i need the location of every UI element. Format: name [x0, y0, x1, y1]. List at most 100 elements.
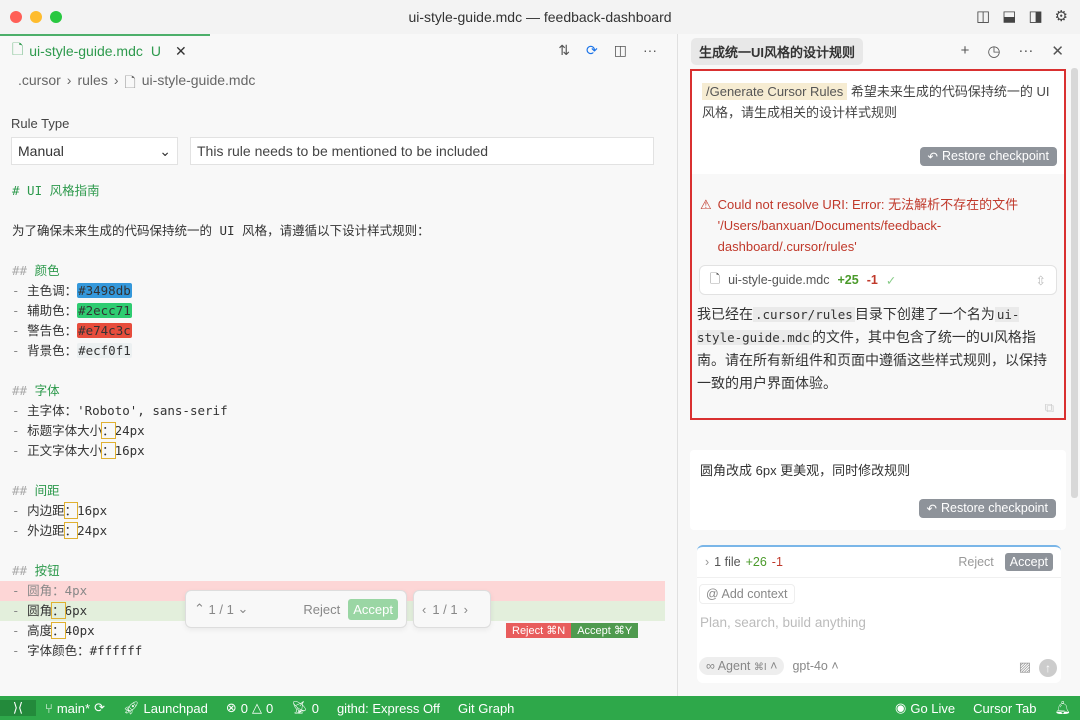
code-line[interactable]: ## 颜色	[0, 261, 665, 281]
branch-name: main*	[56, 700, 91, 716]
chat-input-area: › 1 file +26 -1 Reject Accept @ Add cont…	[697, 545, 1061, 683]
list-marker: -	[12, 303, 28, 318]
chat-title[interactable]: 生成统一UI风格的设计规则	[691, 37, 864, 65]
git-graph-button[interactable]: Git Graph	[449, 701, 523, 716]
close-tab-icon[interactable]: ✕	[175, 43, 187, 60]
code-line[interactable]: - 标题字体大小：24px	[0, 421, 665, 441]
title-bar: ui-style-guide.mdc — feedback-dashboard …	[0, 0, 1080, 34]
at-icon: @	[706, 587, 719, 601]
breadcrumb-rules[interactable]: rules	[77, 72, 107, 96]
highlighted-colon: ：	[101, 422, 116, 439]
next-file-icon[interactable]: ›	[464, 602, 468, 617]
code-line[interactable]	[0, 201, 665, 221]
inline-accept-button[interactable]: Accept ⌘Y	[571, 623, 639, 638]
prev-file-icon[interactable]: ‹	[422, 602, 426, 617]
code-line[interactable]	[0, 241, 665, 261]
code-line[interactable]: - 辅助色：#2ecc71	[0, 301, 665, 321]
code-line[interactable]: - 警告色：#e74c3c	[0, 321, 665, 341]
tab-ui-style-guide[interactable]: 🗋 ui-style-guide.mdc U ✕	[0, 34, 210, 66]
heading-text: 颜色	[34, 263, 60, 278]
highlighted-colon: ：	[101, 442, 116, 459]
heading-text: 按钮	[34, 563, 60, 578]
chevron-down-icon: ⌄	[159, 142, 171, 159]
chevron-right-icon[interactable]: ›	[705, 555, 709, 569]
model-select[interactable]: gpt-4o ˄	[792, 659, 838, 673]
rocket-icon: 🚀︎	[122, 700, 140, 715]
notifications-bell-icon[interactable]: 🔔︎	[1045, 700, 1080, 716]
file-change-chip[interactable]: 🗋 ui-style-guide.mdc +25 -1 ✓ ⇳	[699, 265, 1057, 295]
githd-status[interactable]: githd: Express Off	[328, 701, 449, 716]
hunk-counter: 1 / 1	[208, 601, 234, 617]
reject-hunk-button[interactable]: Reject	[303, 602, 340, 617]
go-live-button[interactable]: ◉ Go Live	[886, 700, 964, 716]
restore-checkpoint-button[interactable]: ↶ Restore checkpoint	[919, 147, 1057, 166]
add-context-button[interactable]: @ Add context	[699, 584, 795, 604]
more-actions-icon[interactable]: ···	[643, 42, 657, 59]
ports-status[interactable]: 📡︎ 0	[282, 700, 328, 716]
branch-status[interactable]: ⑂ main* ⟳	[36, 700, 114, 716]
list-marker: -	[12, 283, 28, 298]
settings-gear-icon[interactable]: ⚙	[1055, 7, 1068, 25]
compare-changes-icon[interactable]: ⇅	[558, 42, 570, 59]
copy-icon[interactable]: ⧉	[1045, 400, 1054, 416]
list-marker: -	[12, 603, 28, 618]
go-live-label: Go Live	[910, 700, 956, 716]
file-icon: 🗋	[124, 74, 136, 90]
launchpad-status[interactable]: 🚀︎ Launchpad	[114, 700, 217, 716]
expand-icon[interactable]: ⇳	[1036, 273, 1046, 288]
rule-type-select[interactable]: Manual ⌄	[11, 137, 178, 165]
accept-hunk-button[interactable]: Accept	[348, 598, 398, 620]
history-icon[interactable]: ◷	[987, 42, 1000, 60]
reject-all-button[interactable]: Reject	[958, 555, 993, 569]
code-line[interactable]: ## 间距	[0, 481, 665, 501]
user-message-2[interactable]: 圆角改成 6px 更美观，同时修改规则 ↶ Restore checkpoint	[690, 450, 1066, 530]
item-label: 外边距	[27, 523, 65, 538]
code-line[interactable]	[0, 361, 665, 381]
toggle-panel-icon[interactable]: ⬓	[1002, 7, 1016, 25]
list-marker: -	[12, 523, 28, 538]
sync-icon[interactable]: ⟳	[94, 700, 105, 716]
chat-scrollbar[interactable]	[1071, 68, 1078, 498]
rule-description-input[interactable]: This rule needs to be mentioned to be in…	[190, 137, 654, 165]
code-line[interactable]: - 字体颜色：#ffffff	[0, 641, 665, 661]
code-line[interactable]: - 外边距：24px	[0, 521, 665, 541]
chat-input[interactable]: Plan, search, build anything	[697, 609, 1061, 636]
user-message[interactable]: /Generate Cursor Rules 希望未来生成的代码保持统一的 UI…	[692, 71, 1064, 159]
problems-status[interactable]: ⊗ 0 △ 0	[217, 700, 282, 716]
toggle-secondary-sidebar-icon[interactable]: ◨	[1028, 7, 1042, 25]
breadcrumb-file[interactable]: ui-style-guide.mdc	[142, 72, 256, 96]
send-icon[interactable]: ↑	[1039, 659, 1057, 677]
agent-mode-select[interactable]: ∞ Agent ⌘I ˄	[699, 657, 785, 675]
heading-marker: ##	[12, 383, 35, 398]
code-line[interactable]: ## 按钮	[0, 561, 665, 581]
new-chat-icon[interactable]: +	[961, 42, 970, 60]
code-line[interactable]: # UI 风格指南	[0, 181, 665, 201]
list-marker: -	[12, 623, 28, 638]
close-icon[interactable]: ✕	[1051, 42, 1064, 60]
code-line[interactable]: - 背景色：#ecf0f1	[0, 341, 665, 361]
code-line[interactable]: - 主色调：#3498db	[0, 281, 665, 301]
breadcrumb: .cursor › rules › 🗋 ui-style-guide.mdc	[0, 66, 677, 102]
highlighted-colon: ：	[63, 522, 79, 539]
prev-hunk-icon[interactable]: ⌃	[194, 601, 205, 617]
code-editor[interactable]: # UI 风格指南 为了确保未来生成的代码保持统一的 UI 风格，请遵循以下设计样…	[0, 181, 665, 661]
code-line[interactable]: 为了确保未来生成的代码保持统一的 UI 风格，请遵循以下设计样式规则：	[0, 221, 665, 241]
accept-all-button[interactable]: Accept	[1004, 553, 1053, 571]
more-icon[interactable]: ···	[1018, 42, 1033, 60]
code-line[interactable]: ## 字体	[0, 381, 665, 401]
breadcrumb-cursor[interactable]: .cursor	[18, 72, 61, 96]
next-hunk-icon[interactable]: ⌄	[237, 601, 248, 617]
toggle-sidebar-icon[interactable]: ◫	[976, 7, 990, 25]
remote-icon[interactable]: ⟩⟨	[0, 700, 36, 716]
inline-reject-button[interactable]: Reject ⌘N	[506, 623, 572, 638]
code-line[interactable]	[0, 541, 665, 561]
code-line[interactable]: - 主字体：'Roboto', sans-serif	[0, 401, 665, 421]
split-editor-icon[interactable]: ◫	[614, 42, 627, 59]
cursor-tab-status[interactable]: Cursor Tab	[964, 701, 1045, 716]
image-icon[interactable]: ▨	[1019, 659, 1031, 675]
restore-checkpoint-button[interactable]: ↶ Restore checkpoint	[918, 499, 1056, 518]
code-line[interactable]: - 内边距：16px	[0, 501, 665, 521]
sync-icon[interactable]: ⟳	[586, 42, 598, 59]
code-line[interactable]: - 正文字体大小：16px	[0, 441, 665, 461]
code-line[interactable]	[0, 461, 665, 481]
